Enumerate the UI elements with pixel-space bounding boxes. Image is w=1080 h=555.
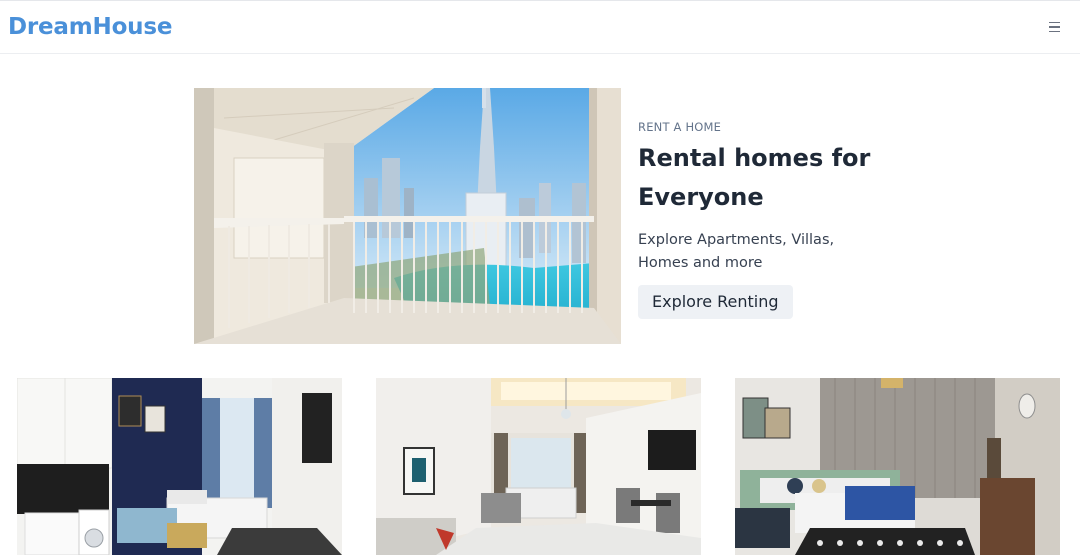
hero-eyebrow: RENT A HOME	[638, 120, 722, 134]
listing-card-2[interactable]	[376, 378, 701, 555]
listing-card-1[interactable]	[17, 378, 342, 555]
navbar: DreamHouse	[0, 0, 1080, 54]
hero-title: Rental homes for Everyone	[638, 144, 871, 211]
brand-logo[interactable]: DreamHouse	[8, 14, 172, 40]
explore-renting-button[interactable]: Explore Renting	[638, 285, 793, 319]
hamburger-menu-icon[interactable]	[1044, 17, 1064, 37]
hero-image	[194, 88, 621, 344]
hero-description: Explore Apartments, Villas, Homes and mo…	[638, 232, 835, 271]
listing-card-3[interactable]	[735, 378, 1060, 555]
hero-text: RENT A HOME Rental homes for Everyone Ex…	[638, 120, 898, 319]
